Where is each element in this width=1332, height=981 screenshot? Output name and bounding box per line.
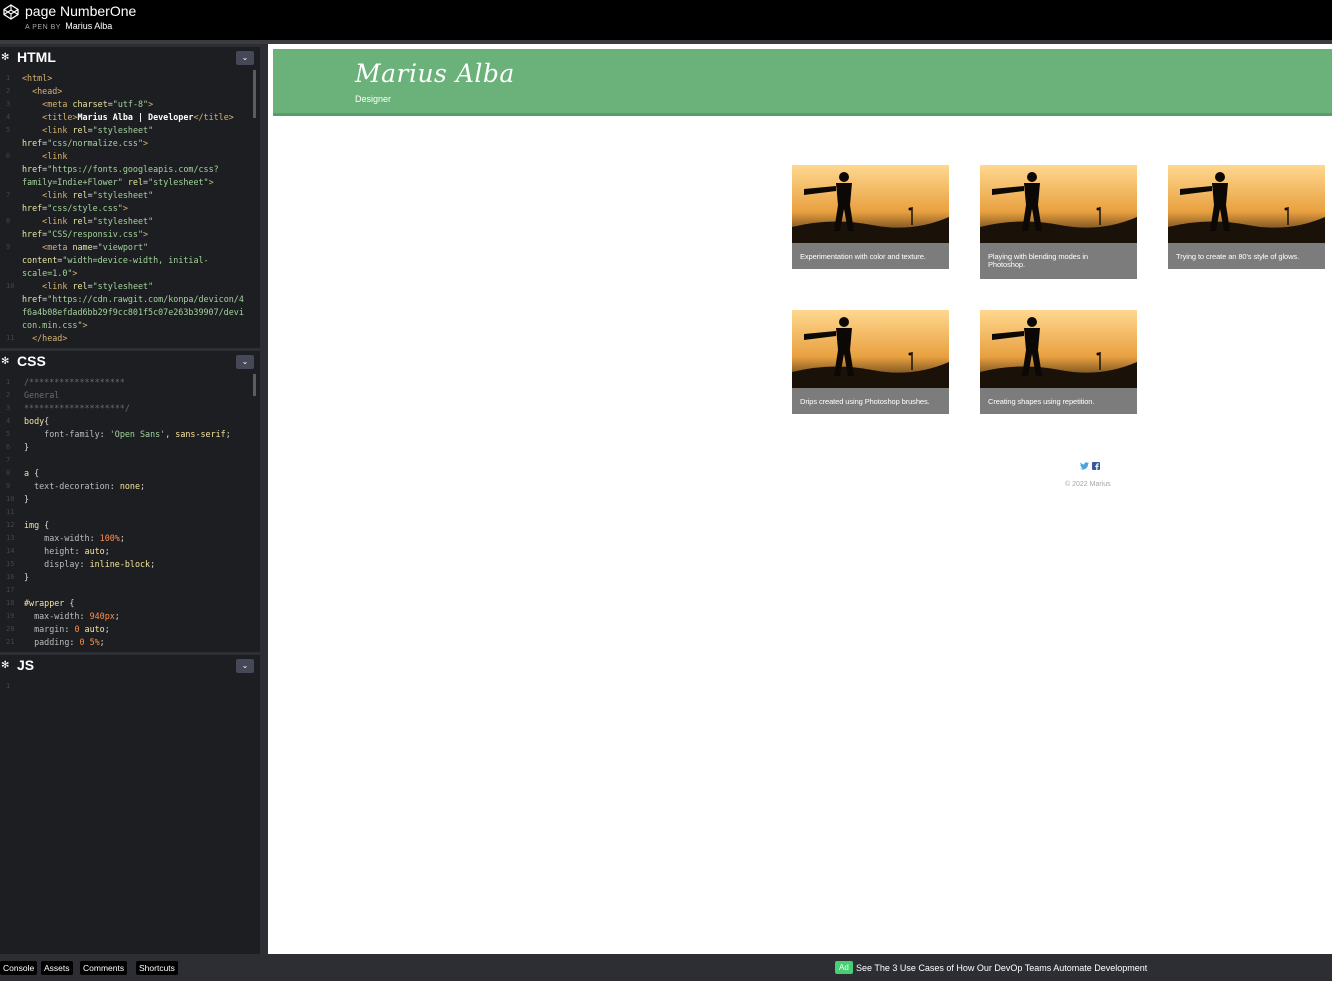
twitter-icon[interactable]	[1080, 462, 1092, 472]
gallery-caption: Playing with blending modes in Photoshop…	[988, 252, 1088, 269]
assets-button[interactable]: Assets	[41, 961, 73, 975]
js-code-area[interactable]: 1	[0, 680, 254, 950]
site-role: Designer	[355, 94, 392, 104]
html-editor: ✻ HTML ⌄ 1 <html> 2 <head> 3 <meta charse…	[0, 44, 260, 348]
gear-icon[interactable]: ✻	[1, 660, 9, 671]
shortcuts-button[interactable]: Shortcuts	[136, 961, 178, 975]
js-editor: ✻ JS ⌄ 1	[0, 652, 260, 954]
chevron-down-icon[interactable]: ⌄	[236, 355, 254, 369]
css-editor-title: CSS	[17, 353, 46, 369]
gallery-item[interactable]: Drips created using Photoshop brushes.	[792, 310, 949, 414]
pen-title[interactable]: page NumberOne	[25, 3, 136, 19]
editor-column: ✻ HTML ⌄ 1 <html> 2 <head> 3 <meta charse…	[0, 44, 260, 954]
gallery-caption: Drips created using Photoshop brushes.	[800, 397, 930, 406]
gallery-item[interactable]: Experimentation with color and texture.	[792, 165, 949, 269]
css-editor-header: ✻ CSS ⌄	[0, 348, 260, 372]
preview-pane: Marius Alba Designer Experimentation wit…	[268, 44, 1332, 954]
css-editor: ✻ CSS ⌄ 1/******************* 2 General 3…	[0, 348, 260, 652]
pen-author-link[interactable]: Marius Alba	[65, 21, 112, 31]
chevron-down-icon[interactable]: ⌄	[236, 51, 254, 65]
gallery-caption: Trying to create an 80's style of glows.	[1176, 252, 1300, 261]
facebook-icon[interactable]	[1091, 462, 1100, 472]
html-scrollbar[interactable]	[253, 70, 256, 118]
gallery-image[interactable]	[792, 165, 949, 243]
gear-icon[interactable]: ✻	[1, 52, 9, 63]
bottom-toolbar: Console Assets Comments Shortcuts Ad See…	[0, 954, 1332, 981]
ad-link[interactable]: See The 3 Use Cases of How Our DevOp Tea…	[856, 963, 1147, 973]
social-links	[1080, 462, 1100, 472]
js-editor-header: ✻ JS ⌄	[0, 652, 260, 676]
codepen-logo-icon[interactable]	[3, 4, 19, 20]
gallery-caption: Experimentation with color and texture.	[800, 252, 926, 261]
gallery-item[interactable]: Trying to create an 80's style of glows.	[1168, 165, 1325, 269]
ad-badge: Ad	[835, 961, 853, 974]
site-name[interactable]: Marius Alba	[355, 59, 515, 88]
js-editor-title: JS	[17, 657, 35, 673]
gallery-image[interactable]	[980, 310, 1137, 388]
html-editor-header: ✻ HTML ⌄	[0, 44, 260, 68]
pen-by-label: A PEN BY	[25, 24, 61, 31]
pen-byline: A PEN BY Marius Alba	[25, 21, 112, 31]
gallery-caption: Creating shapes using repetition.	[988, 397, 1095, 406]
comments-button[interactable]: Comments	[80, 961, 128, 975]
gallery-image[interactable]	[1168, 165, 1325, 243]
css-scrollbar[interactable]	[253, 374, 256, 396]
editor-resize-handle[interactable]	[260, 44, 268, 954]
site-header: Marius Alba Designer	[273, 49, 1332, 116]
gear-icon[interactable]: ✻	[1, 356, 9, 367]
copyright-text: © 2022 Marius	[1065, 481, 1111, 488]
chevron-down-icon[interactable]: ⌄	[236, 659, 254, 673]
html-editor-title: HTML	[17, 49, 56, 65]
gallery-image[interactable]	[792, 310, 949, 388]
pen-header: page NumberOne A PEN BY Marius Alba	[0, 0, 1332, 40]
gallery-item[interactable]: Creating shapes using repetition.	[980, 310, 1137, 414]
console-button[interactable]: Console	[0, 961, 38, 975]
gallery-image[interactable]	[980, 165, 1137, 243]
gallery-item[interactable]: Playing with blending modes in Photoshop…	[980, 165, 1137, 279]
